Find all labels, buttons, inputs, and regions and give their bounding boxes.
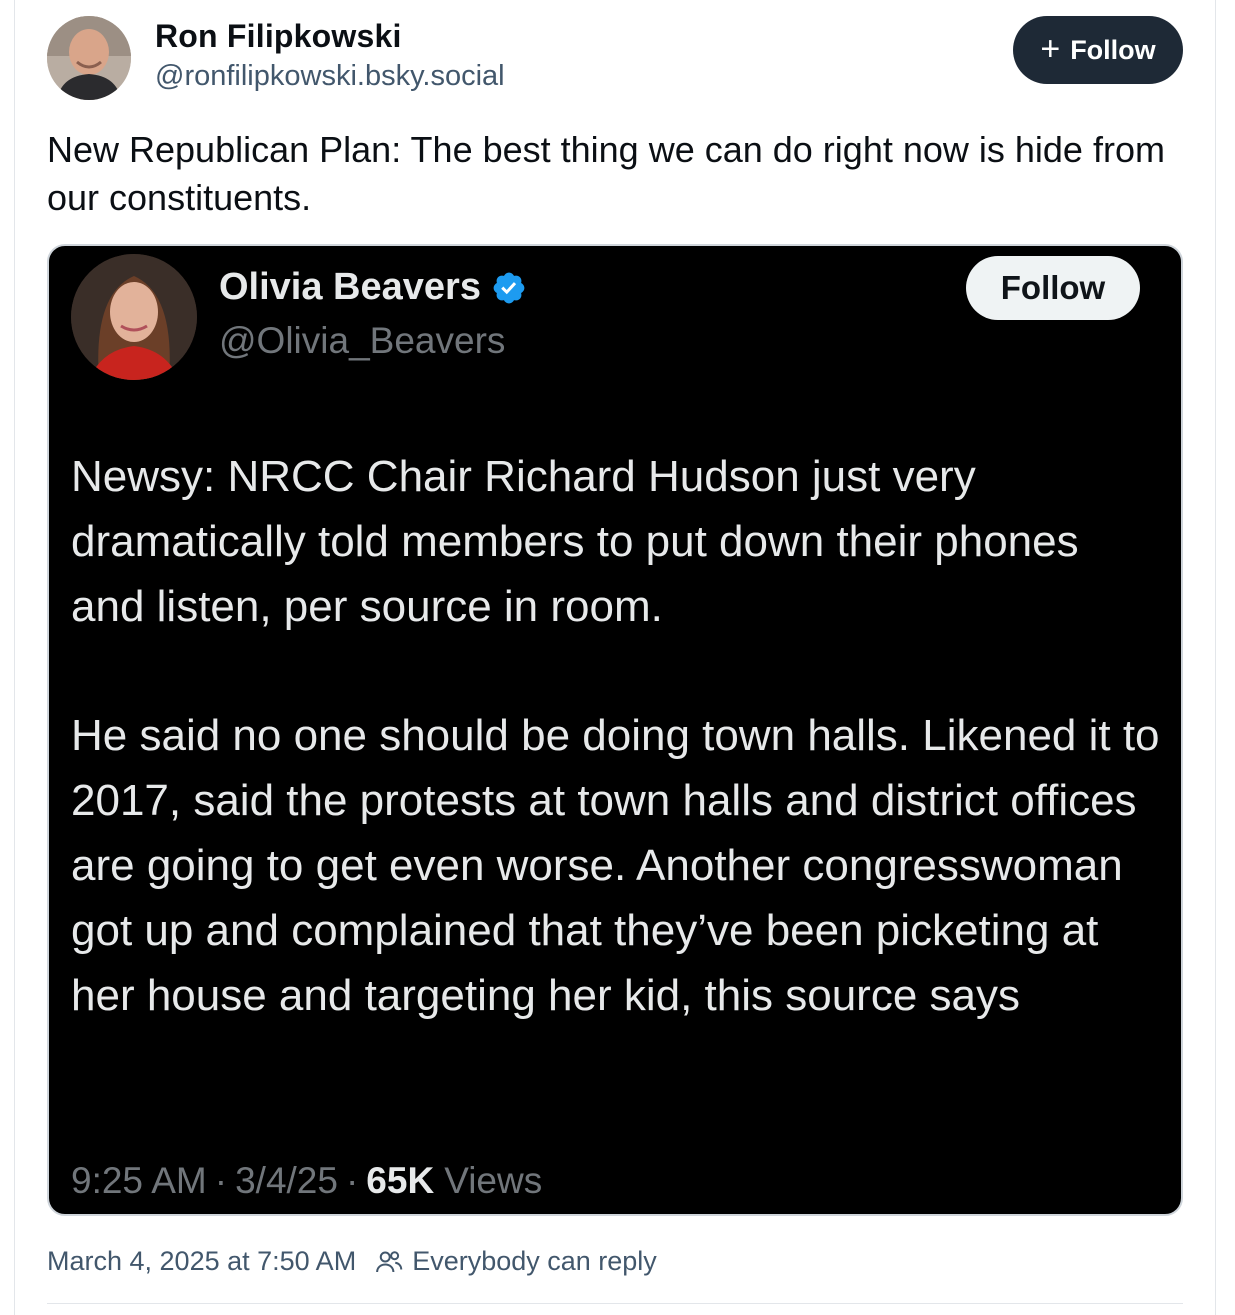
author-name[interactable]: Ron Filipkowski	[155, 18, 402, 55]
post-card: Ron Filipkowski @ronfilipkowski.bsky.soc…	[0, 0, 1235, 1315]
meta-separator: ·	[214, 1160, 228, 1201]
post-text: New Republican Plan: The best thing we c…	[47, 129, 1165, 218]
embed-time: 9:25 AM	[71, 1160, 207, 1201]
embed-views-label: Views	[444, 1160, 543, 1201]
user-avatar-photo	[71, 254, 197, 380]
embed-author-avatar	[71, 254, 197, 380]
embedded-screenshot[interactable]: Olivia Beavers @Olivia_Beavers Follow Ne…	[47, 244, 1183, 1216]
embed-author-name: Olivia Beavers	[219, 266, 481, 308]
embed-author-row: Olivia Beavers	[219, 266, 527, 309]
plus-icon: +	[1040, 29, 1061, 68]
embed-date: 3/4/25	[235, 1160, 338, 1201]
embed-follow-button: Follow	[966, 256, 1140, 320]
embed-meta: 9:25 AM · 3/4/25 · 65K Views	[71, 1160, 542, 1202]
user-avatar-photo	[47, 16, 131, 100]
author-handle[interactable]: @ronfilipkowski.bsky.social	[155, 60, 505, 93]
post-timestamp[interactable]: March 4, 2025 at 7:50 AM	[47, 1246, 356, 1277]
people-icon	[376, 1250, 403, 1272]
bottom-divider	[47, 1303, 1183, 1304]
follow-button-label: Follow	[1070, 34, 1156, 65]
meta-separator: ·	[345, 1160, 359, 1201]
post-footer: March 4, 2025 at 7:50 AM Everybody can r…	[47, 1246, 657, 1277]
embed-author-handle: @Olivia_Beavers	[219, 320, 506, 361]
reply-setting[interactable]: Everybody can reply	[412, 1246, 657, 1277]
follow-button[interactable]: + Follow	[1013, 16, 1183, 84]
author-avatar[interactable]	[47, 16, 131, 100]
embed-views-count: 65K	[366, 1160, 435, 1201]
embed-text: Newsy: NRCC Chair Richard Hudson just ve…	[71, 444, 1161, 1028]
embed-paragraph: He said no one should be doing town hall…	[71, 711, 1160, 1020]
verified-badge-icon	[493, 272, 525, 303]
embed-paragraph: Newsy: NRCC Chair Richard Hudson just ve…	[71, 452, 1079, 631]
